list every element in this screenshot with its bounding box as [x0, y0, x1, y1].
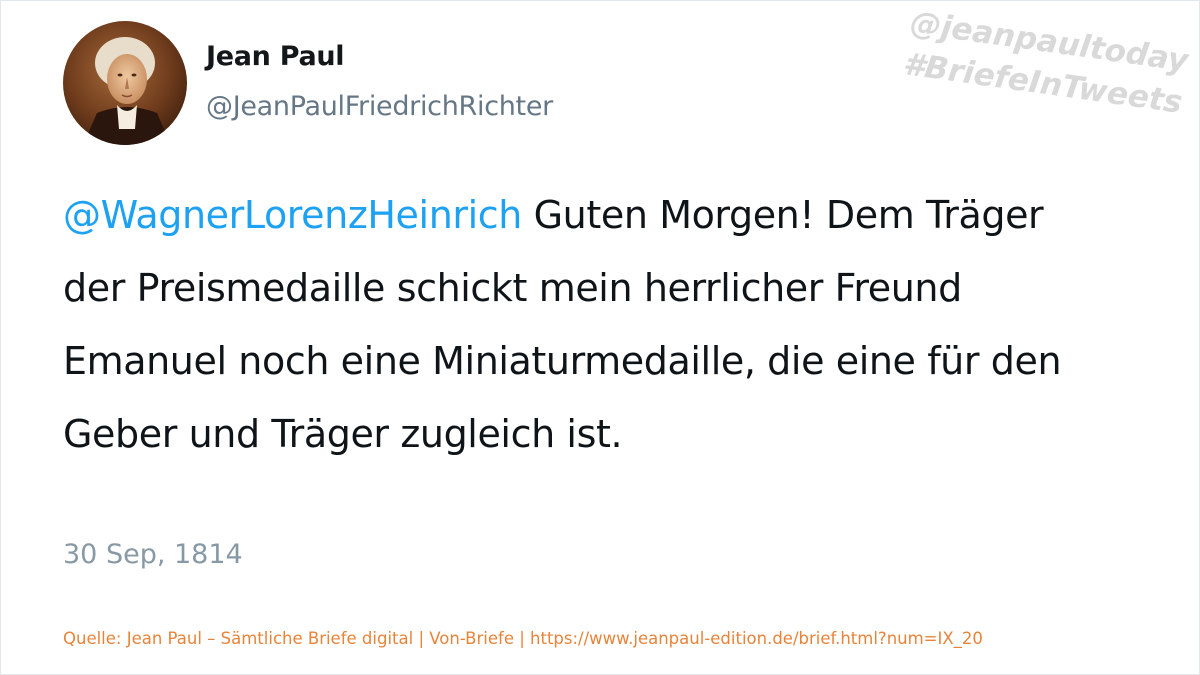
tweet-card: Jean Paul @JeanPaulFriedrichRichter @jea… — [0, 0, 1200, 675]
mention-link[interactable]: @WagnerLorenzHeinrich — [63, 193, 522, 237]
portrait-image — [63, 21, 187, 145]
tweet-text: @WagnerLorenzHeinrich Guten Morgen! Dem … — [63, 179, 1073, 471]
author-avatar[interactable] — [63, 21, 187, 145]
tweet-date: 30 Sep, 1814 — [63, 539, 243, 570]
author-name[interactable]: Jean Paul — [206, 41, 345, 72]
author-handle[interactable]: @JeanPaulFriedrichRichter — [206, 91, 553, 122]
source-citation: Quelle: Jean Paul – Sämtliche Briefe dig… — [63, 629, 983, 648]
watermark: @jeanpaultoday #BriefeInTweets — [871, 0, 1190, 199]
